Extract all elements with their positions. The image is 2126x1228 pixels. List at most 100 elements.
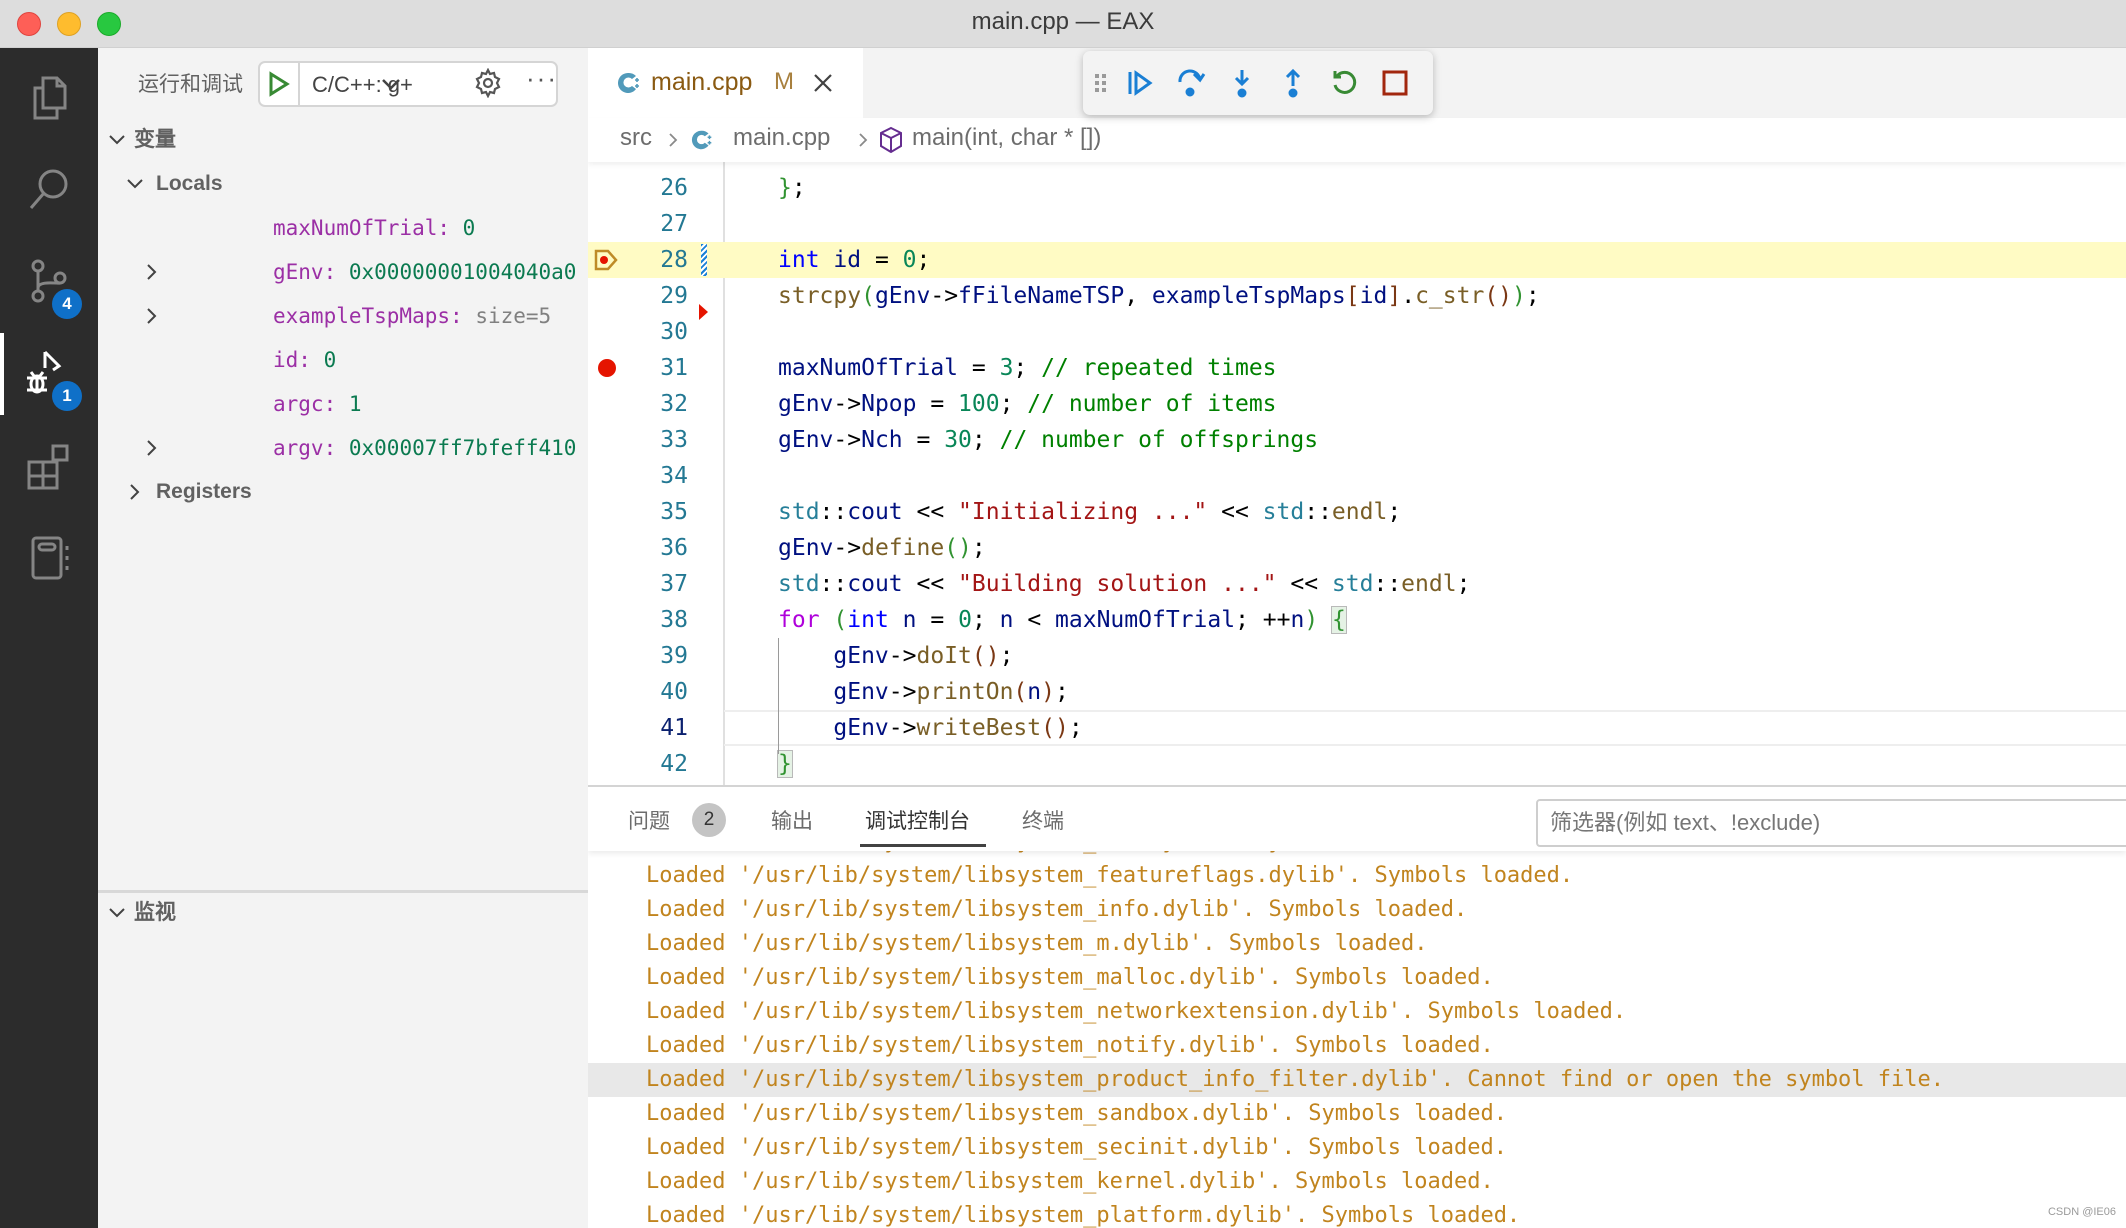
code-token: ; — [1456, 571, 1471, 597]
restart-button[interactable] — [1326, 65, 1362, 101]
code-token: Npop — [861, 391, 917, 417]
locals-scope[interactable]: Locals — [98, 162, 588, 206]
more-actions-icon[interactable]: ··· — [526, 63, 558, 94]
code-token: std — [1331, 571, 1374, 597]
breadcrumb-symbol[interactable]: main(int, char * []) — [912, 124, 1101, 152]
console-line[interactable]: Loaded '/usr/lib/system/libsystem_produc… — [588, 1063, 2126, 1097]
breadcrumb-file[interactable]: main.cpp — [733, 124, 830, 152]
launch-config-selector[interactable]: C/C++: g++ — [258, 61, 558, 107]
code-token: fFileNameTSP — [958, 283, 1125, 309]
code-token: ; — [1525, 283, 1540, 309]
variable-row[interactable]: argc: 1 — [98, 382, 588, 426]
code-token: , — [1124, 283, 1152, 309]
breadcrumb-folder[interactable]: src — [620, 124, 652, 152]
step-into-button[interactable] — [1224, 65, 1260, 101]
continue-button[interactable] — [1122, 65, 1158, 101]
code-line[interactable]: 33 gEnv->Nch = 30; // number of offspring… — [588, 422, 2126, 458]
variable-row[interactable]: argv: 0x00007ff7bfeff410 — [98, 426, 588, 470]
console-line[interactable]: Loaded '/usr/lib/system/libsystem_malloc… — [588, 961, 2126, 995]
code-token: printOn — [916, 679, 1014, 705]
code-line[interactable]: 27 — [588, 206, 2126, 242]
console-line[interactable]: Loaded '/usr/lib/system/libsystem_platfo… — [588, 1199, 2126, 1228]
start-debugging-button[interactable] — [260, 63, 300, 105]
code-token: std — [1262, 499, 1305, 525]
chevron-right-icon[interactable] — [143, 439, 161, 457]
console-text: Loaded '/usr/lib/system/libsystem_secini… — [646, 1135, 1507, 1160]
tab-output[interactable]: 输出 — [771, 805, 813, 835]
activity-notebook[interactable] — [0, 513, 98, 603]
console-line[interactable]: Loaded '/usr/lib/system/libsystem_notify… — [588, 1029, 2126, 1063]
code-token: "Initializing ..." — [958, 499, 1208, 525]
console-line[interactable]: Loaded '/usr/lib/system/libsystem_info.d… — [588, 893, 2126, 927]
drag-handle-icon[interactable] — [1089, 65, 1113, 101]
step-out-button[interactable] — [1275, 65, 1311, 101]
code-token: 0 — [902, 247, 917, 273]
close-icon[interactable] — [810, 70, 836, 96]
code-line[interactable]: 28 int id = 0; — [588, 242, 2126, 278]
tab-terminal[interactable]: 终端 — [1022, 805, 1064, 835]
tab-main-cpp[interactable]: main.cpp M — [588, 48, 863, 118]
activity-run-debug[interactable]: 1 — [0, 329, 98, 419]
activity-search[interactable] — [0, 145, 98, 235]
watch-section-header[interactable]: 监视 — [98, 891, 588, 935]
code-token: ; — [971, 427, 1000, 453]
code-line[interactable]: 29 strcpy(gEnv->fFileNameTSP, exampleTspM… — [588, 278, 2126, 320]
variable-row[interactable]: gEnv: 0x00000001004040a0 — [98, 250, 588, 294]
current-breakpoint-icon[interactable] — [593, 247, 619, 273]
code-line[interactable]: 30 — [588, 314, 2126, 350]
breakpoint-icon[interactable] — [598, 359, 616, 377]
play-icon — [269, 71, 290, 97]
code-token: ] — [1387, 283, 1402, 309]
code-token: :: — [819, 499, 848, 525]
console-line[interactable]: Loaded '/usr/lib/system/libsystem_featur… — [588, 859, 2126, 893]
line-number: 31 — [660, 355, 688, 381]
modified-line-marker[interactable] — [701, 244, 707, 276]
variable-row[interactable]: maxNumOfTrial: 0 — [98, 206, 588, 250]
code-line[interactable]: 32 gEnv->Npop = 100; // number of items — [588, 386, 2126, 422]
activity-source-control[interactable]: 4 — [0, 237, 98, 327]
code-token: = — [861, 247, 903, 273]
activity-extensions[interactable] — [0, 421, 98, 511]
code-area[interactable]: 26}; 27 28 int id = 0; 29 strcpy(gEnv->fFileN… — [588, 162, 2126, 785]
code-line[interactable]: 39 gEnv->doIt(); — [588, 638, 2126, 674]
variable-row[interactable]: exampleTspMaps: size=5 — [98, 294, 588, 338]
console-line[interactable]: Loaded '/usr/lib/system/libsystem_secini… — [588, 1131, 2126, 1165]
variable-row[interactable]: id: 0 — [98, 338, 588, 382]
chevron-down-icon[interactable] — [378, 71, 404, 97]
registers-scope[interactable]: Registers — [98, 470, 588, 514]
console-line[interactable]: Loaded '/usr/lib/system/libsystem_sandbo… — [588, 1097, 2126, 1131]
console-line[interactable]: Loaded '/usr/lib/system/libsystem_m.dyli… — [588, 927, 2126, 961]
code-line[interactable]: 41 gEnv->writeBest(); — [588, 710, 2126, 746]
code-line[interactable]: 31 maxNumOfTrial = 3; // repeated times — [588, 350, 2126, 386]
stop-button[interactable] — [1377, 65, 1413, 101]
console-line[interactable]: Loaded '/usr/lib/system/libsystem_networ… — [588, 995, 2126, 1029]
chevron-right-icon — [130, 484, 140, 500]
console-line[interactable]: Loaded '/usr/lib/system/libsystem_kernel… — [588, 1165, 2126, 1199]
code-line[interactable]: 35 std::cout << "Initializing ..." << std… — [588, 494, 2126, 530]
code-line[interactable]: 42} — [588, 746, 2126, 782]
code-line[interactable]: 38 for (int n = 0; n < maxNumOfTrial; ++n… — [588, 602, 2126, 638]
line-number: 29 — [660, 283, 688, 309]
chevron-right-icon[interactable] — [143, 263, 161, 281]
code-line[interactable]: 37 std::cout << "Building solution ..." <… — [588, 566, 2126, 602]
code-line[interactable]: 40 gEnv->printOn(n); — [588, 674, 2126, 710]
chevron-right-icon[interactable] — [143, 307, 161, 325]
tab-debug-console[interactable]: 调试控制台 — [865, 805, 970, 835]
activity-explorer[interactable] — [0, 53, 98, 143]
window-title: main.cpp — EAX — [971, 8, 1155, 35]
code-token: 0 — [958, 607, 972, 633]
code-line[interactable]: 26}; — [588, 170, 2126, 206]
variables-section-header[interactable]: 变量 — [98, 118, 588, 162]
code-line[interactable]: 34 — [588, 458, 2126, 494]
console-filter-input[interactable] — [1536, 799, 2126, 847]
code-line[interactable]: 36 gEnv->define(); — [588, 530, 2126, 566]
code-token: strcpy — [778, 283, 862, 309]
modified-indicator: M — [774, 68, 794, 95]
debug-console-output[interactable]: Loaded '/usr/lib/system/libsystem_asl.dy… — [588, 829, 2126, 1228]
code-token: } — [778, 175, 792, 201]
tab-problems[interactable]: 问题 — [628, 805, 670, 835]
code-token: ; — [916, 247, 931, 273]
step-over-button[interactable] — [1173, 65, 1209, 101]
code-text: for (int n = 0; n < maxNumOfTrial; ++n) … — [778, 602, 1347, 638]
gear-icon[interactable] — [473, 68, 503, 98]
